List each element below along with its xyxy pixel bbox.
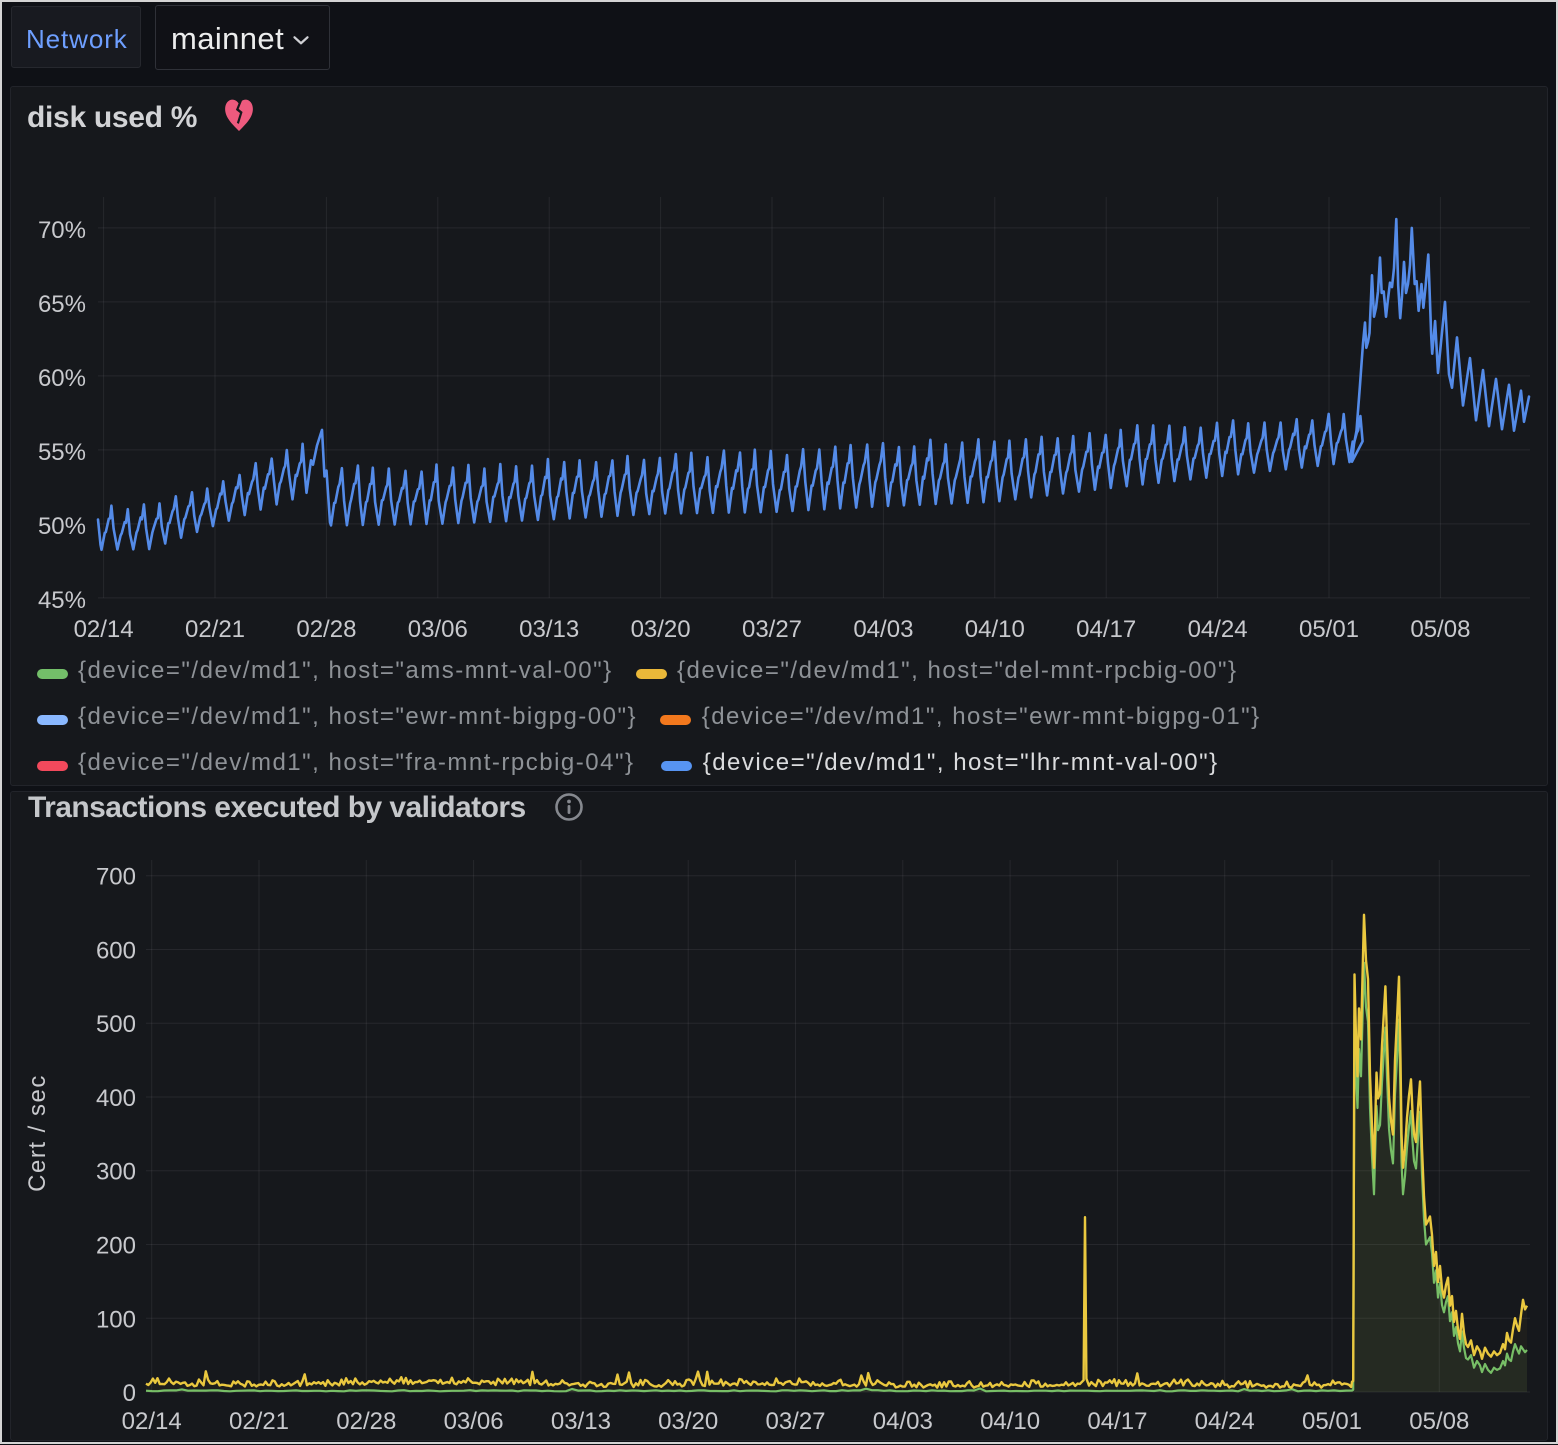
svg-text:45%: 45% xyxy=(38,587,86,614)
svg-text:02/14: 02/14 xyxy=(74,616,134,643)
svg-text:04/24: 04/24 xyxy=(1188,616,1248,643)
svg-text:05/08: 05/08 xyxy=(1410,616,1470,643)
svg-text:02/21: 02/21 xyxy=(185,616,245,643)
svg-text:02/28: 02/28 xyxy=(336,1408,396,1435)
svg-text:03/06: 03/06 xyxy=(444,1408,504,1435)
svg-text:02/28: 02/28 xyxy=(296,616,356,643)
svg-text:04/17: 04/17 xyxy=(1087,1408,1147,1435)
svg-text:04/10: 04/10 xyxy=(965,616,1025,643)
svg-text:05/01: 05/01 xyxy=(1299,616,1359,643)
svg-text:03/13: 03/13 xyxy=(551,1408,611,1435)
svg-text:50%: 50% xyxy=(38,513,86,540)
svg-text:03/27: 03/27 xyxy=(765,1408,825,1435)
svg-text:03/27: 03/27 xyxy=(742,616,802,643)
svg-text:05/08: 05/08 xyxy=(1409,1408,1469,1435)
svg-text:02/21: 02/21 xyxy=(229,1408,289,1435)
svg-text:03/20: 03/20 xyxy=(631,616,691,643)
svg-text:100: 100 xyxy=(96,1306,136,1333)
svg-text:04/03: 04/03 xyxy=(853,616,913,643)
svg-text:70%: 70% xyxy=(38,217,86,244)
svg-text:0: 0 xyxy=(123,1380,136,1407)
svg-text:05/01: 05/01 xyxy=(1302,1408,1362,1435)
svg-text:65%: 65% xyxy=(38,291,86,318)
svg-text:500: 500 xyxy=(96,1011,136,1038)
svg-text:Cert / sec: Cert / sec xyxy=(24,1074,51,1192)
svg-text:03/06: 03/06 xyxy=(408,616,468,643)
svg-text:04/10: 04/10 xyxy=(980,1408,1040,1435)
svg-text:400: 400 xyxy=(96,1085,136,1112)
svg-text:03/13: 03/13 xyxy=(519,616,579,643)
svg-text:700: 700 xyxy=(96,864,136,891)
svg-text:04/24: 04/24 xyxy=(1195,1408,1255,1435)
svg-text:04/17: 04/17 xyxy=(1076,616,1136,643)
svg-text:200: 200 xyxy=(96,1233,136,1260)
svg-text:03/20: 03/20 xyxy=(658,1408,718,1435)
svg-text:02/14: 02/14 xyxy=(122,1408,182,1435)
svg-text:600: 600 xyxy=(96,938,136,965)
svg-text:55%: 55% xyxy=(38,439,86,466)
svg-text:300: 300 xyxy=(96,1159,136,1186)
svg-text:60%: 60% xyxy=(38,365,86,392)
svg-text:04/03: 04/03 xyxy=(873,1408,933,1435)
